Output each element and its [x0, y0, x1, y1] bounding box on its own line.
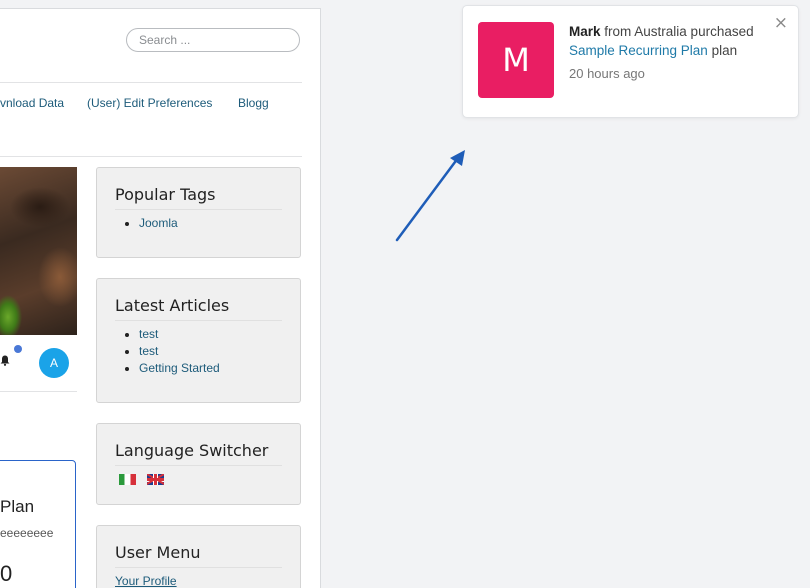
divider [115, 465, 282, 466]
divider [0, 391, 77, 392]
notification-text: from Australia purchased [604, 24, 754, 39]
nav-item-edit-preferences[interactable]: (User) Edit Preferences [87, 96, 212, 110]
article-image [0, 167, 77, 335]
plan-title: Plan [0, 497, 35, 516]
module-title: Popular Tags [115, 185, 216, 204]
plan-description: eeeeeeee [0, 526, 54, 540]
module-latest-articles: Latest Articles test test Getting Starte… [96, 278, 301, 403]
arrow-icon [395, 150, 465, 242]
notification-message: Mark from Australia purchased [569, 24, 754, 39]
module-title: Latest Articles [115, 296, 230, 315]
divider [115, 209, 282, 210]
user-menu-link-profile[interactable]: Your Profile [115, 574, 177, 588]
list-item: Joomla [139, 215, 178, 232]
nav-item-blogg[interactable]: Blogg [238, 96, 269, 110]
notification-dot [14, 345, 22, 353]
language-flags [119, 474, 175, 492]
list-item: Getting Started [139, 360, 220, 377]
notification-avatar: M [478, 22, 554, 98]
module-user-menu: User Menu Your Profile [96, 525, 301, 588]
search-input[interactable] [126, 28, 300, 52]
tag-list: Joomla [115, 215, 178, 232]
module-language-switcher: Language Switcher [96, 423, 301, 505]
flag-italy-icon[interactable] [119, 474, 136, 485]
notification-product-line: Sample Recurring Plan plan [569, 43, 737, 58]
module-title: Language Switcher [115, 441, 269, 460]
product-link[interactable]: Sample Recurring Plan [569, 43, 708, 58]
plan-price: 0 [0, 561, 13, 586]
bell-icon[interactable] [0, 355, 10, 366]
close-icon[interactable]: × [774, 15, 788, 32]
article-list: test test Getting Started [115, 326, 220, 377]
divider [0, 156, 302, 157]
article-link[interactable]: test [139, 327, 158, 341]
module-title: User Menu [115, 543, 201, 562]
flag-uk-icon[interactable] [147, 474, 164, 485]
nav-item-download-data[interactable]: vnload Data [0, 96, 64, 110]
list-item: test [139, 326, 220, 343]
divider [115, 320, 282, 321]
article-link[interactable]: Getting Started [139, 361, 220, 375]
notification-time: 20 hours ago [569, 66, 645, 81]
purchase-notification[interactable]: M Mark from Australia purchased Sample R… [462, 5, 799, 118]
avatar[interactable]: A [39, 348, 69, 378]
list-item: test [139, 343, 220, 360]
module-popular-tags: Popular Tags Joomla [96, 167, 301, 258]
tag-link[interactable]: Joomla [139, 216, 178, 230]
divider [0, 82, 302, 83]
customer-name: Mark [569, 24, 601, 39]
divider [115, 567, 282, 568]
article-link[interactable]: test [139, 344, 158, 358]
website-page: vnload Data (User) Edit Preferences Blog… [0, 8, 321, 588]
notification-suffix: plan [711, 43, 738, 58]
